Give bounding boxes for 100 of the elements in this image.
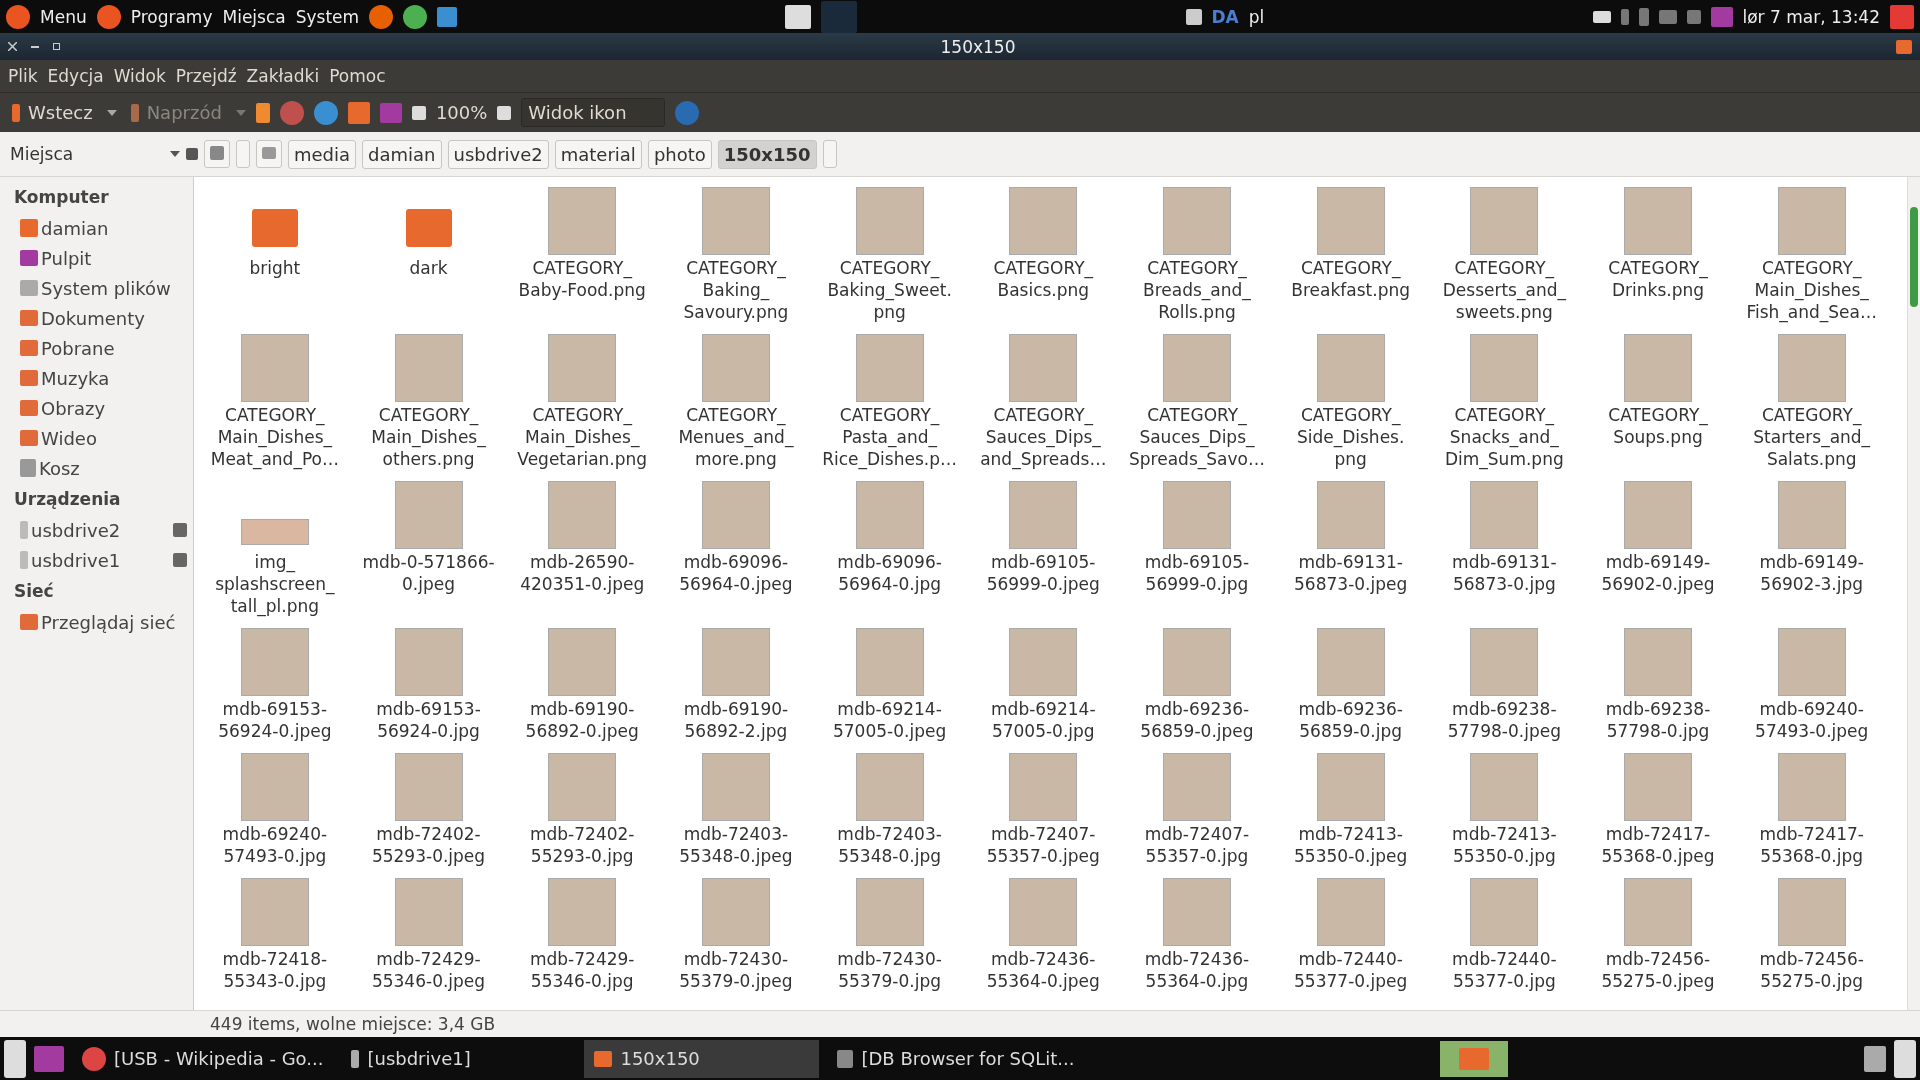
file-name[interactable]: mdb-69096- 56964-0.jpeg [679, 551, 793, 595]
file-name[interactable]: CATEGORY_ Side_Dishes. png [1296, 404, 1405, 470]
path-crumb[interactable]: usbdrive2 [447, 139, 549, 169]
file-name[interactable]: mdb-69190- 56892-0.jpeg [525, 698, 639, 742]
file-name[interactable]: mdb-69105- 56999-0.jpeg [986, 551, 1100, 595]
file-name[interactable]: CATEGORY_ Main_Dishes_ Vegetarian.png [517, 404, 648, 470]
sidebar-item[interactable]: Dokumenty [41, 307, 187, 329]
file-name[interactable]: mdb-72429- 55346-0.jpeg [371, 948, 486, 992]
file-name[interactable]: CATEGORY_ Main_Dishes_ Meat_and_Po… [210, 404, 339, 470]
file-name[interactable]: bright [249, 257, 301, 279]
file-name[interactable]: mdb-69238- 57798-0.jpeg [1447, 698, 1561, 742]
file-name[interactable]: mdb-69153- 56924-0.jpg [376, 698, 481, 742]
file-name[interactable]: mdb-72440- 55377-0.jpg [1452, 948, 1557, 992]
file-name[interactable]: mdb-69240- 57493-0.jpeg [1755, 698, 1869, 742]
sidebar-item[interactable]: System plików [41, 277, 187, 299]
file-name[interactable]: CATEGORY_ Breads_and_ Rolls.png [1143, 257, 1251, 323]
sidebar-item[interactable]: Obrazy [41, 397, 187, 419]
file-name[interactable]: CATEGORY_ Starters_and_ Salats.png [1753, 404, 1871, 470]
file-name[interactable]: mdb-72402- 55293-0.jpeg [371, 823, 486, 867]
file-name[interactable]: mdb-72403- 55348-0.jpeg [679, 823, 793, 867]
taskbar-button[interactable]: [usbdrive1] [341, 1039, 577, 1078]
file-name[interactable]: mdb-69190- 56892-2.jpg [683, 698, 789, 742]
minimize-icon[interactable] [31, 45, 39, 48]
menu-item[interactable]: Zakładki [242, 64, 324, 88]
menu-item[interactable]: Edycja [43, 64, 108, 88]
file-name[interactable]: mdb-69236- 56859-0.jpg [1298, 698, 1403, 742]
file-name[interactable]: CATEGORY_ Main_Dishes_ Fish_and_Sea… [1746, 257, 1877, 323]
panel-menu[interactable]: Programy [130, 6, 213, 27]
file-name[interactable]: mdb-72418- 55343-0.jpg [222, 948, 328, 992]
path-crumb[interactable]: media [288, 139, 357, 169]
file-name[interactable]: mdb-72430- 55379-0.jpeg [679, 948, 793, 992]
file-name[interactable]: dark [409, 257, 448, 279]
indicator-text[interactable]: pl [1248, 6, 1265, 27]
back-button[interactable]: Wstecz [8, 100, 97, 125]
file-name[interactable]: mdb-72403- 55348-0.jpg [837, 823, 942, 867]
path-crumb[interactable]: 150x150 [717, 139, 817, 169]
file-name[interactable]: CATEGORY_ Breakfast.png [1291, 257, 1410, 301]
taskbar-button[interactable]: [USB - Wikipedia - Go... [72, 1039, 334, 1078]
file-name[interactable]: mdb-69236- 56859-0.jpeg [1140, 698, 1254, 742]
path-crumb[interactable]: photo [647, 139, 712, 169]
caret-icon[interactable] [170, 151, 180, 157]
sidebar-item[interactable]: Muzyka [41, 367, 187, 389]
file-name[interactable]: mdb-69238- 57798-0.jpg [1605, 698, 1711, 742]
sidebar-item[interactable]: usbdrive2 [31, 519, 170, 541]
file-name[interactable]: mdb-72456- 55275-0.jpeg [1601, 948, 1715, 992]
maximize-icon[interactable] [53, 43, 60, 50]
file-name[interactable]: CATEGORY_ Baking_Sweet. png [827, 257, 952, 323]
taskbar-button[interactable]: [DB Browser for SQLit... [827, 1039, 1085, 1078]
panel-menu[interactable]: Menu [40, 6, 87, 27]
file-name[interactable]: mdb-72402- 55293-0.jpg [529, 823, 635, 867]
file-name[interactable]: mdb-69105- 56999-0.jpg [1144, 551, 1250, 595]
path-crumb[interactable]: material [554, 139, 642, 169]
sidebar-item[interactable]: Pulpit [41, 247, 187, 269]
clock[interactable]: lør 7 mar, 13:42 [1742, 6, 1880, 27]
file-name[interactable]: mdb-72413- 55350-0.jpeg [1294, 823, 1408, 867]
file-name[interactable]: mdb-72456- 55275-0.jpg [1759, 948, 1864, 992]
file-name[interactable]: mdb-72436- 55364-0.jpeg [986, 948, 1100, 992]
scroll-left-button[interactable] [4, 1039, 26, 1078]
scrollbar-thumb[interactable] [1910, 207, 1918, 307]
caret-icon[interactable] [106, 109, 117, 116]
menu-item[interactable]: Pomoc [325, 64, 390, 88]
file-name[interactable]: mdb-0-571866- 0.jpeg [362, 551, 495, 595]
menu-item[interactable]: Przejdź [171, 64, 241, 88]
folder-button[interactable] [1440, 1040, 1509, 1077]
sidebar-item[interactable]: usbdrive1 [31, 549, 170, 571]
file-name[interactable]: CATEGORY_ Soups.png [1608, 404, 1708, 448]
scroll-right-button[interactable] [1894, 1039, 1916, 1078]
file-name[interactable]: CATEGORY_ Menues_and_ more.png [678, 404, 794, 470]
file-name[interactable]: CATEGORY_ Snacks_and_ Dim_Sum.png [1444, 404, 1564, 470]
file-name[interactable]: mdb-69149- 56902-3.jpg [1759, 551, 1864, 595]
file-name[interactable]: mdb-72436- 55364-0.jpg [1144, 948, 1250, 992]
file-name[interactable]: CATEGORY_ Basics.png [993, 257, 1093, 301]
view-dropdown[interactable]: Widok ikon [521, 98, 666, 127]
path-crumb[interactable]: damian [362, 139, 442, 169]
indicator-text[interactable]: DA [1211, 6, 1239, 27]
sidebar-item[interactable]: Pobrane [41, 337, 187, 359]
menu-item[interactable]: Plik [4, 64, 42, 88]
file-name[interactable]: mdb-69096- 56964-0.jpg [837, 551, 942, 595]
edit-button[interactable] [204, 140, 230, 168]
file-name[interactable]: CATEGORY_ Baby-Food.png [518, 257, 646, 301]
file-name[interactable]: mdb-69131- 56873-0.jpg [1452, 551, 1557, 595]
file-name[interactable]: mdb-72407- 55357-0.jpeg [986, 823, 1100, 867]
drive-button[interactable] [256, 140, 282, 168]
sidebar-item[interactable]: Wideo [41, 427, 187, 449]
file-name[interactable]: mdb-72429- 55346-0.jpg [529, 948, 635, 992]
file-name[interactable]: mdb-72407- 55357-0.jpg [1144, 823, 1250, 867]
file-name[interactable]: CATEGORY_ Sauces_Dips_ and_Spreads… [980, 404, 1107, 470]
places-dropdown[interactable]: Miejsca [6, 144, 164, 164]
sidebar-item[interactable]: Kosz [39, 457, 187, 479]
file-name[interactable]: mdb-69214- 57005-0.jpeg [833, 698, 947, 742]
file-name[interactable]: mdb-69153- 56924-0.jpeg [218, 698, 332, 742]
file-name[interactable]: mdb-69240- 57493-0.jpg [222, 823, 328, 867]
sidebar-item[interactable]: Przeglądaj sieć [41, 611, 187, 633]
panel-menu[interactable]: Miejsca [222, 6, 286, 27]
file-name[interactable]: mdb-72440- 55377-0.jpeg [1294, 948, 1408, 992]
file-name[interactable]: CATEGORY_ Desserts_and_ sweets.png [1442, 257, 1566, 323]
file-name[interactable]: CATEGORY_ Main_Dishes_ others.png [371, 404, 486, 470]
file-name[interactable]: CATEGORY_ Sauces_Dips_ Spreads_Savo… [1129, 404, 1265, 470]
taskbar-button[interactable]: 150x150 [584, 1039, 820, 1078]
file-name[interactable]: CATEGORY_ Pasta_and_ Rice_Dishes.p… [822, 404, 957, 470]
